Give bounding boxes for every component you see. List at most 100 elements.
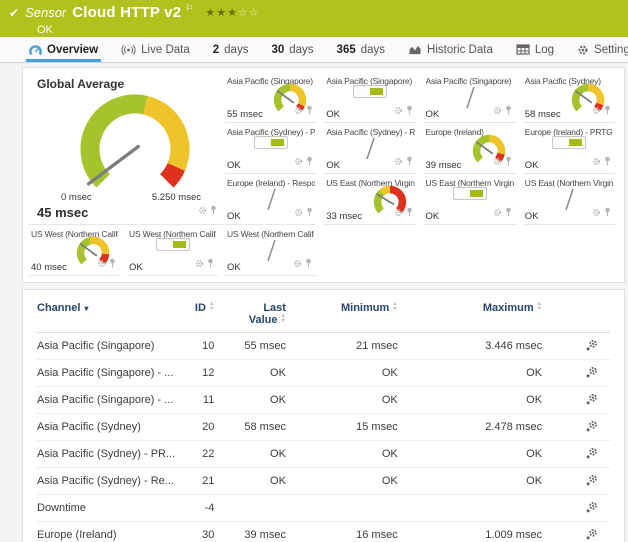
maximum-cell: OK (436, 360, 574, 387)
tab-log[interactable]: Log (513, 37, 557, 62)
gauge-tile-asia-pacific-sydney-respo[interactable]: Asia Pacific (Sydney) - Respo...OK (324, 123, 416, 174)
gauge-tile-us-west-northern-california[interactable]: US West (Northern California)40 msec (29, 225, 120, 276)
column-header-maximum[interactable]: Maximum▲▼ (436, 300, 574, 333)
pin-icon[interactable] (505, 102, 512, 120)
tab-30-days[interactable]: 30days (268, 37, 316, 62)
pin-icon[interactable] (109, 255, 116, 273)
column-header-minimum[interactable]: Minimum▲▼ (302, 300, 436, 333)
gauge-tile-us-east-northern-virginia[interactable]: US East (Northern Virginia) - ...OK (523, 174, 615, 225)
gear-icon[interactable] (394, 102, 403, 120)
tab-live-data[interactable]: Live Data (118, 37, 193, 62)
gauge-tile-europe-ireland-prtg-cloud[interactable]: Europe (Ireland) - PRTG Cloud...OK (523, 123, 615, 174)
gear-icon[interactable] (394, 204, 403, 222)
channel-row[interactable]: Asia Pacific (Singapore)1055 msec21 msec… (37, 333, 610, 360)
channel-row[interactable]: Asia Pacific (Singapore) - ...12OKOKOK (37, 360, 610, 387)
channel-row[interactable]: Asia Pacific (Sydney) - PR...22OKOKOK (37, 441, 610, 468)
column-header-id[interactable]: ID▲▼ (180, 300, 220, 333)
channel-settings-icon[interactable] (574, 441, 610, 468)
gauge-tile-europe-ireland-response-c[interactable]: Europe (Ireland) - Response C...OK (225, 174, 317, 225)
channel-row[interactable]: Asia Pacific (Sydney)2058 msec15 msec2.4… (37, 414, 610, 441)
tab-overview[interactable]: Overview (26, 37, 101, 62)
pin-icon[interactable] (305, 255, 312, 273)
gauge-tile-us-west-northern-california[interactable]: US West (Northern California)...OK (127, 225, 218, 276)
sort-desc-icon: ▾ (84, 304, 88, 313)
tab-365-days[interactable]: 365days (334, 37, 388, 62)
pin-icon[interactable] (604, 102, 611, 120)
tab-settings[interactable]: Settings (574, 37, 628, 62)
tab-2-days[interactable]: 2days (210, 37, 252, 62)
gauge-tile-value: 33 msec (326, 211, 362, 222)
gear-icon[interactable] (592, 204, 601, 222)
gauge-tile-us-east-northern-virginia[interactable]: US East (Northern Virginia) - ...OK (424, 174, 516, 225)
pin-icon[interactable] (406, 204, 413, 222)
pin-icon[interactable] (505, 153, 512, 171)
column-header-channel[interactable]: Channel▾ (37, 300, 180, 333)
gauge-tile-asia-pacific-sydney-prtg[interactable]: Asia Pacific (Sydney) - PRTG ...OK (225, 123, 317, 174)
sensor-header: ✔ Sensor Cloud HTTP v2 ⚐ ★★★☆☆ OK (0, 0, 628, 37)
gear-icon[interactable] (294, 153, 303, 171)
pin-icon[interactable] (210, 202, 217, 220)
gauge-tile-asia-pacific-singapore-pr[interactable]: Asia Pacific (Singapore) - PR...OK (324, 72, 416, 123)
gear-icon[interactable] (493, 153, 502, 171)
flag-icon[interactable]: ⚐ (185, 3, 193, 14)
gauge-tile-value: 58 msec (525, 109, 561, 120)
channel-settings-icon[interactable] (574, 360, 610, 387)
pin-icon[interactable] (306, 204, 313, 222)
gear-icon[interactable] (294, 102, 303, 120)
gauge-tile-asia-pacific-singapore[interactable]: Asia Pacific (Singapore)55 msec (225, 72, 317, 123)
channel-row[interactable]: Asia Pacific (Sydney) - Re...21OKOKOK (37, 468, 610, 495)
gear-icon[interactable] (294, 204, 303, 222)
gear-icon[interactable] (493, 102, 502, 120)
gear-icon[interactable] (97, 255, 106, 273)
tab-number: 30 (271, 44, 284, 56)
gear-icon[interactable] (195, 255, 204, 273)
gauge-tile-value: OK (426, 211, 440, 222)
id-cell: 30 (180, 522, 220, 542)
global-average-tile[interactable]: Global Average 0 msec 5.250 msec 45 msec (29, 72, 223, 225)
channel-settings-icon[interactable] (574, 333, 610, 360)
pin-icon[interactable] (306, 153, 313, 171)
gauges-panel: Global Average 0 msec 5.250 msec 45 msec… (22, 67, 625, 283)
gauge-tile-us-east-northern-virginia[interactable]: US East (Northern Virginia)33 msec (324, 174, 416, 225)
pin-icon[interactable] (604, 204, 611, 222)
channel-settings-icon[interactable] (574, 495, 610, 522)
channel-cell: Europe (Ireland) (37, 522, 180, 542)
gauge-tile-asia-pacific-sydney[interactable]: Asia Pacific (Sydney)58 msec (523, 72, 615, 123)
gear-icon[interactable] (592, 102, 601, 120)
gauge-tile-us-west-northern-california[interactable]: US West (Northern California)...OK (225, 225, 316, 276)
tab-label: days (224, 44, 248, 56)
tab-label: Settings (594, 44, 628, 56)
pin-icon[interactable] (306, 102, 313, 120)
tab-label: Live Data (141, 44, 190, 56)
channel-row[interactable]: Asia Pacific (Singapore) - ...11OKOKOK (37, 387, 610, 414)
pin-icon[interactable] (406, 153, 413, 171)
gauge-tile-europe-ireland[interactable]: Europe (Ireland)39 msec (424, 123, 516, 174)
gear-icon[interactable] (198, 202, 207, 220)
gear-icon[interactable] (394, 153, 403, 171)
channel-cell: Downtime (37, 495, 180, 522)
maximum-cell: 2.478 msec (436, 414, 574, 441)
last-value-cell (220, 495, 302, 522)
column-header-last-value[interactable]: LastValue▲▼ (220, 300, 302, 333)
gear-icon[interactable] (493, 204, 502, 222)
channel-settings-icon[interactable] (574, 468, 610, 495)
pin-icon[interactable] (505, 204, 512, 222)
gear-icon[interactable] (592, 153, 601, 171)
gauge-tile-value: OK (227, 160, 241, 171)
channel-cell: Asia Pacific (Singapore) - ... (37, 360, 180, 387)
channel-settings-icon[interactable] (574, 522, 610, 542)
pin-icon[interactable] (406, 102, 413, 120)
priority-stars[interactable]: ★★★☆☆ (205, 6, 259, 19)
gear-icon[interactable] (293, 255, 302, 273)
gauge-tile-asia-pacific-singapore-res[interactable]: Asia Pacific (Singapore) - Res...OK (424, 72, 516, 123)
pin-icon[interactable] (207, 255, 214, 273)
minimum-cell: OK (302, 387, 436, 414)
sensor-kind-label: Sensor (25, 5, 66, 20)
tab-historic-data[interactable]: Historic Data (405, 37, 496, 62)
channel-settings-icon[interactable] (574, 387, 610, 414)
channel-row[interactable]: Europe (Ireland)3039 msec16 msec1.009 ms… (37, 522, 610, 542)
pin-icon[interactable] (604, 153, 611, 171)
channel-settings-icon[interactable] (574, 414, 610, 441)
tab-bar: OverviewLive Data2days30days365daysHisto… (0, 37, 628, 63)
channel-row[interactable]: Downtime-4 (37, 495, 610, 522)
